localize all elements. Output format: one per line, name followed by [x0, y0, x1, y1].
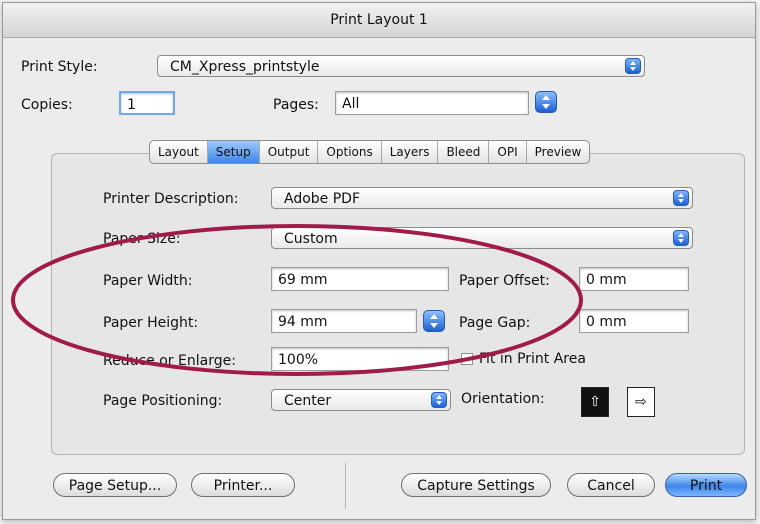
printer-description-label: Printer Description: — [103, 191, 239, 207]
tab-options[interactable]: Options — [318, 141, 382, 163]
paper-height-popup-arrows-icon[interactable] — [423, 310, 445, 332]
page-gap-field[interactable]: 0 mm — [579, 309, 689, 333]
paper-size-label: Paper Size: — [103, 231, 181, 247]
tab-output[interactable]: Output — [260, 141, 319, 163]
landscape-orientation-icon[interactable]: ⇨ — [627, 387, 655, 417]
print-style-popup[interactable]: CM_Xpress_printstyle — [157, 55, 645, 77]
tab-layers[interactable]: Layers — [382, 141, 439, 163]
page-setup-button[interactable]: Page Setup... — [53, 473, 177, 497]
reduce-enlarge-label: Reduce or Enlarge: — [103, 353, 236, 369]
paper-width-label: Paper Width: — [103, 273, 193, 289]
tab-bar: Layout Setup Output Options Layers Bleed… — [149, 140, 591, 164]
page-gap-label: Page Gap: — [459, 315, 531, 331]
tab-layout[interactable]: Layout — [150, 141, 208, 163]
fit-in-print-area-checkbox[interactable] — [461, 353, 473, 365]
copies-field[interactable]: 1 — [119, 91, 175, 115]
paper-size-value: Custom — [284, 231, 338, 247]
paper-offset-label: Paper Offset: — [459, 273, 550, 289]
printer-description-value: Adobe PDF — [284, 191, 361, 207]
popup-arrows-icon — [673, 190, 689, 206]
paper-size-popup[interactable]: Custom — [271, 227, 693, 249]
print-style-value: CM_Xpress_printstyle — [170, 59, 320, 75]
print-button[interactable]: Print — [665, 473, 747, 497]
copies-label: Copies: — [21, 97, 73, 113]
paper-offset-field[interactable]: 0 mm — [579, 267, 689, 291]
popup-arrows-icon — [431, 392, 447, 408]
popup-arrows-icon — [625, 58, 641, 74]
pages-popup-arrows-icon[interactable] — [535, 91, 557, 113]
tab-opi[interactable]: OPI — [489, 141, 527, 163]
cancel-button[interactable]: Cancel — [567, 473, 655, 497]
print-style-label: Print Style: — [21, 59, 98, 75]
paper-width-field[interactable]: 69 mm — [271, 267, 449, 291]
button-separator — [345, 463, 346, 509]
orientation-label: Orientation: — [461, 391, 545, 407]
tab-preview[interactable]: Preview — [527, 141, 590, 163]
popup-arrows-icon — [673, 230, 689, 246]
portrait-orientation-icon[interactable]: ⇧ — [581, 387, 609, 417]
pages-label: Pages: — [273, 97, 319, 113]
tab-setup[interactable]: Setup — [207, 141, 260, 163]
page-positioning-label: Page Positioning: — [103, 393, 223, 409]
page-positioning-value: Center — [284, 393, 332, 409]
print-dialog: Print Layout 1 Print Style: CM_Xpress_pr… — [2, 2, 756, 520]
reduce-enlarge-field[interactable]: 100% — [271, 347, 449, 371]
printer-description-popup[interactable]: Adobe PDF — [271, 187, 693, 209]
pages-field[interactable]: All — [335, 91, 529, 115]
page-positioning-popup[interactable]: Center — [271, 389, 451, 411]
window-title: Print Layout 1 — [3, 3, 755, 38]
capture-settings-button[interactable]: Capture Settings — [401, 473, 551, 497]
tab-bleed[interactable]: Bleed — [438, 141, 490, 163]
paper-height-field[interactable]: 94 mm — [271, 309, 417, 333]
printer-button[interactable]: Printer... — [191, 473, 295, 497]
fit-in-print-area-label: Fit in Print Area — [479, 351, 586, 367]
paper-height-label: Paper Height: — [103, 315, 199, 331]
